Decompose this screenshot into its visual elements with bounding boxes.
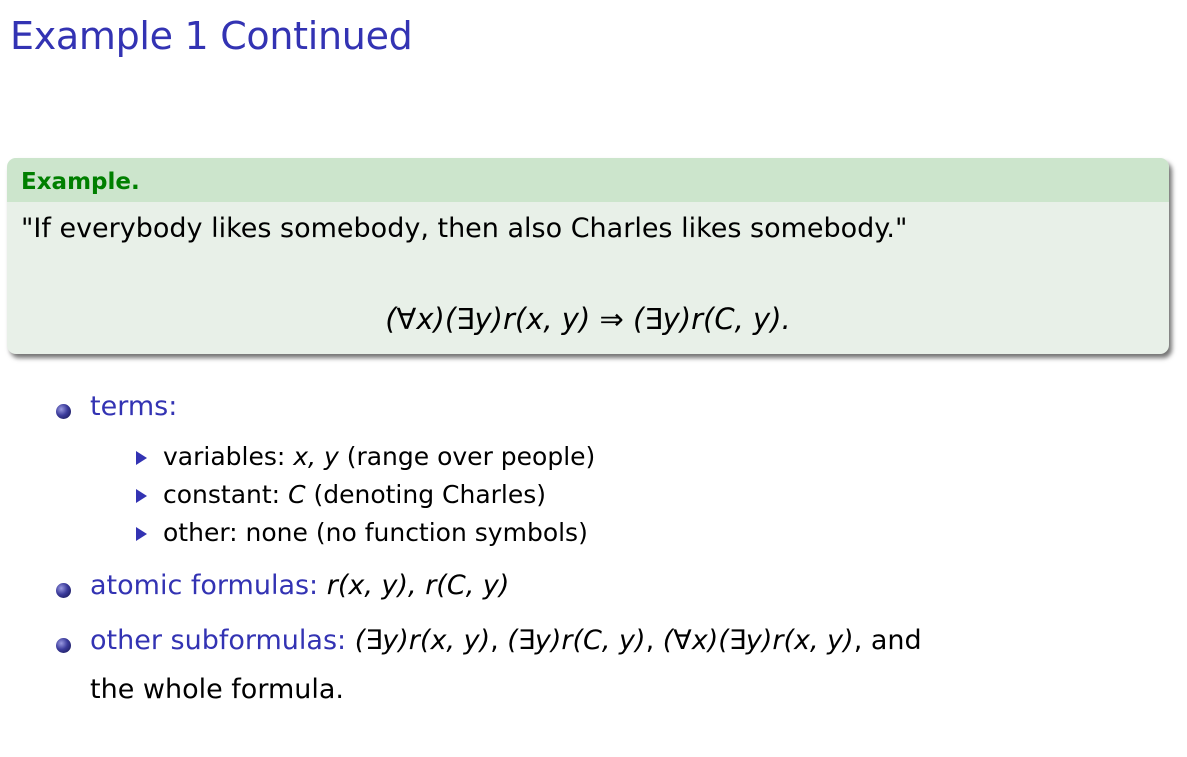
- bullet-other-math-2: (∃y)r(C, y): [507, 625, 646, 656]
- sub-item-math: x, y: [293, 442, 339, 471]
- comma-separator: ,: [645, 625, 655, 656]
- sub-item-variables: variables: x, y (range over people): [163, 442, 595, 471]
- bullet-atomic-math: r(x, y), r(C, y): [326, 570, 510, 601]
- bullet-other-math-1: (∃y)r(x, y): [354, 625, 491, 656]
- bullet-other: other subformulas: (∃y)r(x, y), (∃y)r(C,…: [90, 625, 922, 656]
- bullet-other-label: other subformulas:: [90, 625, 347, 656]
- bullet-atomic: atomic formulas: r(x, y), r(C, y): [90, 570, 509, 601]
- bullet-ball-icon: [56, 638, 71, 653]
- sub-item-label: other:: [163, 518, 238, 547]
- formula-text: (∀x)(∃y)r(x, y) ⇒ (∃y)r(C, y).: [385, 302, 791, 336]
- example-block-header: Example.: [7, 158, 1169, 202]
- bullet-terms-label: terms:: [90, 391, 178, 422]
- bullet-ball-icon: [56, 583, 71, 598]
- bullet-atomic-label: atomic formulas:: [90, 570, 319, 601]
- bullet-other-tail: , and: [853, 625, 922, 656]
- example-sentence: "If everybody likes somebody, then also …: [21, 213, 908, 244]
- slide-title: Example 1 Continued: [10, 14, 413, 58]
- sub-item-other: other: none (no function symbols): [163, 518, 588, 547]
- sub-item-math: C: [288, 480, 306, 509]
- bullet-other-math-3: (∀x)(∃y)r(x, y): [662, 625, 854, 656]
- sub-item-rest: (denoting Charles): [313, 480, 547, 509]
- sub-item-rest: (range over people): [346, 442, 596, 471]
- example-block: Example. "If everybody likes somebody, t…: [7, 158, 1169, 354]
- comma-separator: ,: [490, 625, 499, 656]
- bullet-ball-icon: [56, 404, 71, 419]
- sub-item-label: variables:: [163, 442, 286, 471]
- sub-bullet-triangle-icon: [136, 527, 147, 541]
- sub-item-constant: constant: C (denoting Charles): [163, 480, 546, 509]
- example-formula: (∀x)(∃y)r(x, y) ⇒ (∃y)r(C, y).: [7, 302, 1169, 336]
- sub-bullet-triangle-icon: [136, 489, 147, 503]
- sub-bullet-triangle-icon: [136, 451, 147, 465]
- sub-item-label: constant:: [163, 480, 281, 509]
- bullet-other-continuation: the whole formula.: [90, 674, 344, 705]
- sub-item-rest: none (no function symbols): [245, 518, 588, 547]
